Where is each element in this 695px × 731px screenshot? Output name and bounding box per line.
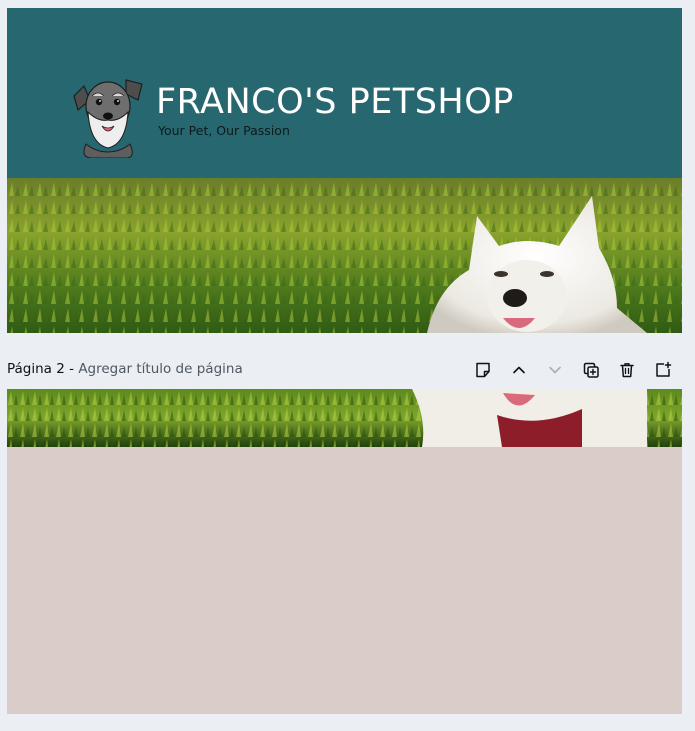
duplicate-page-button[interactable] — [580, 359, 602, 381]
brand-tagline[interactable]: Your Pet, Our Passion — [158, 123, 290, 138]
grass-dog-photo-2[interactable] — [7, 389, 682, 447]
page-number-label: Página 2 — [7, 361, 65, 377]
design-page-2[interactable] — [7, 389, 682, 714]
move-page-down-button[interactable] — [544, 359, 566, 381]
delete-page-button[interactable] — [616, 359, 638, 381]
page-tools — [472, 359, 682, 381]
chevron-up-icon — [513, 366, 525, 374]
page-label-separator: - — [64, 361, 79, 377]
header-band: FRANCO'S PETSHOP Your Pet, Our Passion — [7, 8, 682, 178]
trash-icon — [620, 363, 634, 378]
notes-icon — [476, 362, 490, 378]
brand-title[interactable]: FRANCO'S PETSHOP — [156, 80, 514, 124]
move-page-up-button[interactable] — [508, 359, 530, 381]
notes-button[interactable] — [472, 359, 494, 381]
duplicate-page-icon — [583, 362, 599, 378]
page-label[interactable]: Página 2 - Agregar título de página — [7, 361, 243, 377]
add-page-button[interactable] — [652, 359, 674, 381]
dog-logo-icon — [73, 79, 143, 158]
grass-dog-photo[interactable] — [7, 178, 682, 333]
add-page-icon — [656, 361, 672, 377]
chevron-down-icon — [549, 366, 561, 374]
design-page-1[interactable]: FRANCO'S PETSHOP Your Pet, Our Passion — [7, 8, 682, 333]
page-title-input[interactable]: Agregar título de página — [78, 361, 242, 377]
page-bar: Página 2 - Agregar título de página — [7, 355, 682, 385]
